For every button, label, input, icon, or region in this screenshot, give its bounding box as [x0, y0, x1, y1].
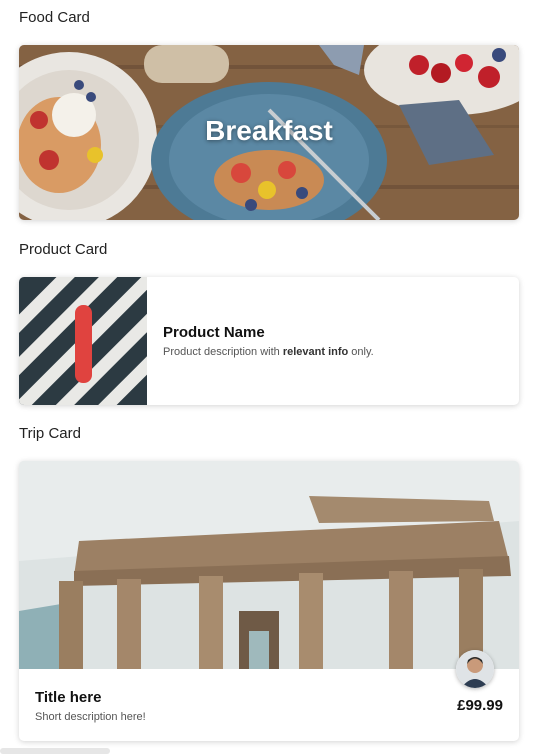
trip-description: Short description here! [35, 711, 146, 723]
food-card-title: Breakfast [205, 115, 333, 146]
trip-title: Title here [35, 689, 102, 706]
food-card[interactable]: Breakfast [19, 45, 519, 220]
trip-card[interactable]: Title here Short description here! £99.9… [19, 461, 519, 741]
person-icon [456, 650, 494, 688]
parthenon-image [19, 461, 519, 669]
trip-card-heading: Trip Card [19, 425, 81, 442]
product-card-heading: Product Card [19, 241, 108, 258]
product-name: Product Name [163, 324, 265, 341]
product-description: Product description with relevant info o… [163, 346, 374, 358]
food-card-heading: Food Card [19, 9, 90, 26]
product-card[interactable]: Product Name Product description with re… [19, 277, 519, 405]
trip-price: £99.99 [457, 697, 503, 714]
horizontal-scrollbar[interactable] [0, 748, 110, 754]
skateboard-image [19, 277, 147, 405]
avatar[interactable] [456, 650, 494, 688]
